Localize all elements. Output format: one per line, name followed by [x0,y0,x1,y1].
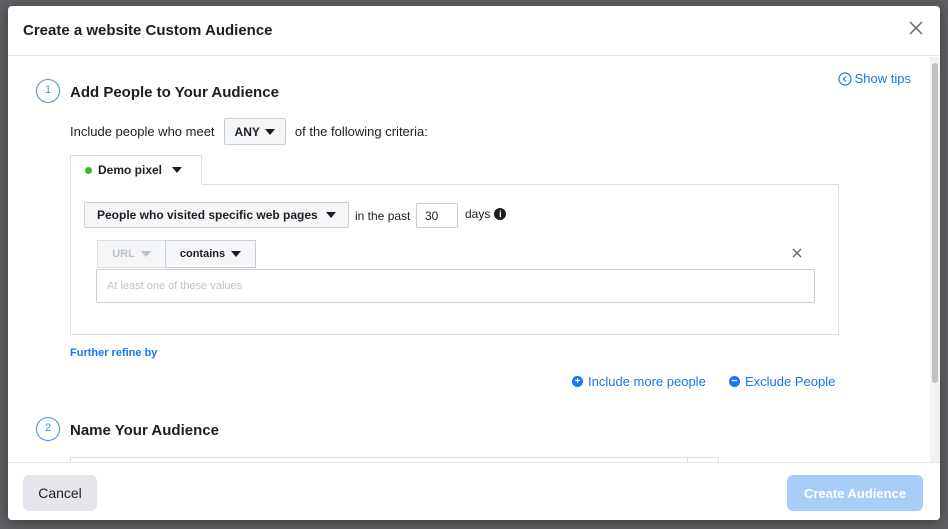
event-type-label: People who visited specific web pages [97,208,318,222]
match-any-label: ANY [234,124,260,139]
show-tips-label: Show tips [854,71,911,86]
info-icon[interactable]: i [494,208,507,220]
remove-rule-close-icon[interactable] [789,245,805,261]
further-refine-link[interactable]: Further refine by [70,347,157,359]
exclude-label: Exclude People [745,374,836,389]
step-1-circle: 1 [36,79,60,103]
status-dot-icon [85,166,92,174]
chevron-left-circle-icon [838,71,852,86]
criteria-row: Include people who meet ANY of the follo… [70,118,428,145]
cancel-button[interactable]: Cancel [23,475,97,511]
dialog-title: Create a website Custom Audience [23,22,273,39]
create-audience-button[interactable]: Create Audience [787,475,923,511]
caret-down-icon [140,251,151,257]
operator-label: contains [179,248,226,260]
caret-down-icon [325,212,336,218]
caret-down-icon [172,167,183,173]
criteria-suffix: of the following criteria: [294,124,428,139]
dialog-header: Create a website Custom Audience [8,6,940,56]
caret-down-icon [231,251,242,257]
dialog-body: 1 Add People to Your Audience Show tips … [8,57,940,462]
pixel-selector-tab[interactable]: Demo pixel [70,155,202,185]
minus-circle-icon: − [729,376,740,387]
rule-container: People who visited specific web pages in… [70,184,839,335]
days-label-group: days i [465,207,507,221]
pixel-name: Demo pixel [98,163,163,177]
url-field-dropdown[interactable]: URL [97,240,165,268]
exclude-people-link[interactable]: − Exclude People [729,374,835,389]
plus-circle-icon: + [572,376,583,387]
caret-down-icon [264,128,275,135]
url-values-input[interactable] [96,269,815,303]
retention-days-input[interactable] [416,203,458,228]
scrollbar-track[interactable] [930,57,940,462]
close-icon[interactable] [906,18,926,38]
show-tips-link[interactable]: Show tips [838,71,911,86]
scrollbar-thumb[interactable] [932,63,938,383]
event-type-dropdown[interactable]: People who visited specific web pages [84,202,349,228]
days-label: days [465,207,491,221]
step-2-circle: 2 [36,417,60,441]
match-any-dropdown[interactable]: ANY [223,118,286,145]
step-2-title: Name Your Audience [70,422,219,439]
create-audience-dialog: Create a website Custom Audience 1 Add P… [8,6,940,520]
dialog-footer: Cancel Create Audience [8,462,940,520]
in-the-past-label: in the past [355,209,411,223]
step-1-title: Add People to Your Audience [70,84,279,101]
url-field-label: URL [112,248,135,260]
include-more-label: Include more people [588,374,706,389]
operator-dropdown[interactable]: contains [165,240,256,268]
criteria-prefix: Include people who meet [70,124,215,139]
include-more-people-link[interactable]: + Include more people [572,374,706,389]
